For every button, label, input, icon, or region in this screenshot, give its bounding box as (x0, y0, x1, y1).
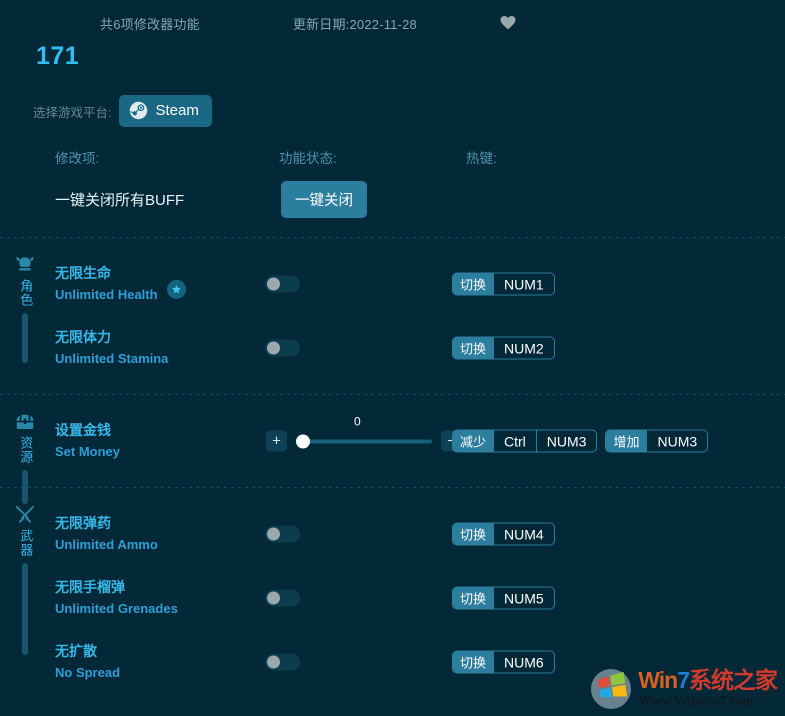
cheat-row-labels: 无限手榴弹 Unlimited Grenades (55, 578, 178, 618)
money-slider[interactable]: 0 (296, 414, 432, 451)
cheat-rows: 设置金钱 Set Money +0− 减少 Ctrl NUM3 增加 NUM3 (0, 409, 785, 473)
cheat-name-en: Unlimited Stamina (55, 350, 169, 366)
toggle-knob (267, 527, 280, 541)
section-武器: 武器 无限弹药 Unlimited Ammo 切换 NUM4 无限手榴弹 Unlimited… (0, 488, 785, 708)
hotkey-key: NUM2 (493, 337, 554, 359)
column-header-hotkey: 热键: (466, 151, 497, 166)
hotkey-key: Ctrl (493, 430, 536, 452)
hotkey-group-list: 减少 Ctrl NUM3 增加 NUM3 (452, 429, 709, 453)
hotkey-group[interactable]: 增加 NUM3 (605, 429, 709, 453)
cheat-row-labels: 无限弹药 Unlimited Ammo (55, 514, 158, 554)
cheat-row: 无限手榴弹 Unlimited Grenades 切换 NUM5 (0, 566, 785, 630)
hotkey-group-list: 切换 NUM2 (452, 336, 555, 360)
cheat-name-en: Unlimited Grenades (55, 600, 178, 616)
cheat-row-name-stack: 无限体力 Unlimited Stamina (55, 328, 168, 368)
cheat-name-cn: 设置金钱 (55, 421, 111, 438)
hotkey-action-label: 切换 (453, 523, 494, 545)
hotkey-group-list: 切换 NUM1 (452, 272, 555, 296)
star-icon (166, 279, 186, 299)
cheat-row: 无限生命 Unlimited Health 切换 NUM1 (0, 252, 785, 316)
all-buffs-off-row: 一键关闭所有BUFF 一键关闭 (0, 181, 785, 237)
toggle-knob (267, 277, 280, 291)
cheat-name-en: Set Money (55, 443, 121, 459)
hotkey-group[interactable]: 切换 NUM2 (452, 336, 555, 360)
hotkey-action-label: 切换 (453, 337, 494, 359)
cheat-name-en: Unlimited Health (55, 286, 158, 302)
trainer-number: 171 (36, 42, 80, 70)
hotkey-group[interactable]: 切换 NUM5 (452, 586, 555, 610)
cheat-row: 无扩散 No Spread 切换 NUM6 (0, 630, 785, 694)
cheat-toggle[interactable] (265, 589, 300, 607)
hotkey-group[interactable]: 减少 Ctrl NUM3 (452, 429, 598, 453)
platform-label: 选择游戏平台: (33, 105, 112, 120)
hotkey-key: NUM4 (493, 523, 554, 545)
hotkey-group-list: 切换 NUM5 (452, 586, 555, 610)
toggle-knob (267, 341, 280, 355)
hotkey-action-label: 切换 (453, 587, 494, 609)
cheat-row: 设置金钱 Set Money +0− 减少 Ctrl NUM3 增加 NUM3 (0, 409, 785, 473)
cheat-name-en: Unlimited Ammo (55, 536, 158, 552)
cheat-row-name-stack: 设置金钱 Set Money (55, 421, 120, 461)
hotkey-action-label: 减少 (453, 430, 494, 452)
hotkey-key: NUM5 (493, 587, 554, 609)
cheat-toggle[interactable] (265, 653, 300, 671)
all-buffs-off-label: 一键关闭所有BUFF (55, 192, 185, 209)
cheat-row-labels: 无限体力 Unlimited Stamina (55, 328, 168, 368)
hotkey-action-label: 增加 (606, 430, 647, 452)
hotkey-key: NUM1 (493, 273, 554, 295)
cheat-name-cn: 无限弹药 (55, 514, 111, 531)
cheat-row: 无限弹药 Unlimited Ammo 切换 NUM4 (0, 502, 785, 566)
steam-icon (129, 101, 148, 120)
hotkey-key: NUM3 (646, 430, 707, 452)
cheat-row-name-stack: 无限生命 Unlimited Health (55, 264, 158, 304)
cheat-row-name-stack: 无限手榴弹 Unlimited Grenades (55, 578, 178, 618)
column-headers: 修改项: 功能状态: 热键: (0, 147, 785, 181)
slider-value: 0 (354, 414, 361, 428)
cheat-rows: 无限生命 Unlimited Health 切换 NUM1 无限体力 Unlimited … (0, 252, 785, 380)
cheat-name-en: No Spread (55, 664, 121, 680)
cheat-row-labels: 无限生命 Unlimited Health (55, 264, 186, 304)
feature-count-label: 共6项修改器功能 (100, 16, 200, 32)
cheat-name-cn: 无限手榴弹 (55, 578, 125, 595)
platform-selector-row: 选择游戏平台: Steam (0, 95, 785, 127)
cheat-toggle[interactable] (265, 339, 300, 357)
all-buffs-off-button[interactable]: 一键关闭 (281, 181, 367, 218)
platform-steam-button[interactable]: Steam (119, 95, 212, 127)
hotkey-group-list: 切换 NUM4 (452, 522, 555, 546)
slider-track (296, 439, 432, 443)
cheat-row-name-stack: 无扩散 No Spread (55, 642, 120, 682)
cheat-sections: 角色 无限生命 Unlimited Health 切换 NUM1 无限体力 Unlimite… (0, 237, 785, 708)
cheat-row-labels: 设置金钱 Set Money (55, 421, 120, 461)
cheat-toggle[interactable] (265, 525, 300, 543)
toggle-knob (267, 591, 280, 605)
heart-icon[interactable] (499, 14, 517, 32)
slider-control: +0− (266, 414, 462, 452)
update-date-label: 更新日期:2022-11-28 (292, 16, 417, 32)
slider-thumb[interactable] (296, 434, 310, 448)
section-角色: 角色 无限生命 Unlimited Health 切换 NUM1 无限体力 Unlimite… (0, 238, 785, 394)
cheat-rows: 无限弹药 Unlimited Ammo 切换 NUM4 无限手榴弹 Unlimited G… (0, 502, 785, 694)
cheat-name-cn: 无限体力 (55, 328, 111, 345)
cheat-row-name-stack: 无限弹药 Unlimited Ammo (55, 514, 158, 554)
header-bar: 共6项修改器功能 更新日期:2022-11-28 (0, 0, 785, 46)
cheat-name-cn: 无限生命 (55, 264, 111, 281)
cheat-toggle[interactable] (265, 275, 300, 293)
hotkey-group[interactable]: 切换 NUM4 (452, 522, 555, 546)
hotkey-group[interactable]: 切换 NUM1 (452, 272, 555, 296)
hotkey-action-label: 切换 (453, 651, 494, 673)
section-资源: 资源 设置金钱 Set Money +0− 减少 Ctrl NUM3 增加 NUM3 (0, 395, 785, 504)
cheat-name-cn: 无扩散 (55, 642, 97, 659)
hotkey-action-label: 切换 (453, 273, 494, 295)
cheat-row-labels: 无扩散 No Spread (55, 642, 120, 682)
slider-increase-button[interactable]: + (266, 430, 287, 452)
toggle-knob (267, 655, 280, 669)
hotkey-key: NUM6 (493, 651, 554, 673)
hotkey-group[interactable]: 切换 NUM6 (452, 650, 555, 674)
cheat-row: 无限体力 Unlimited Stamina 切换 NUM2 (0, 316, 785, 380)
hotkey-key: NUM3 (535, 430, 597, 452)
hotkey-group-list: 切换 NUM6 (452, 650, 555, 674)
platform-steam-label: Steam (155, 102, 199, 119)
column-header-status: 功能状态: (279, 151, 337, 166)
column-header-item: 修改项: (55, 151, 100, 166)
